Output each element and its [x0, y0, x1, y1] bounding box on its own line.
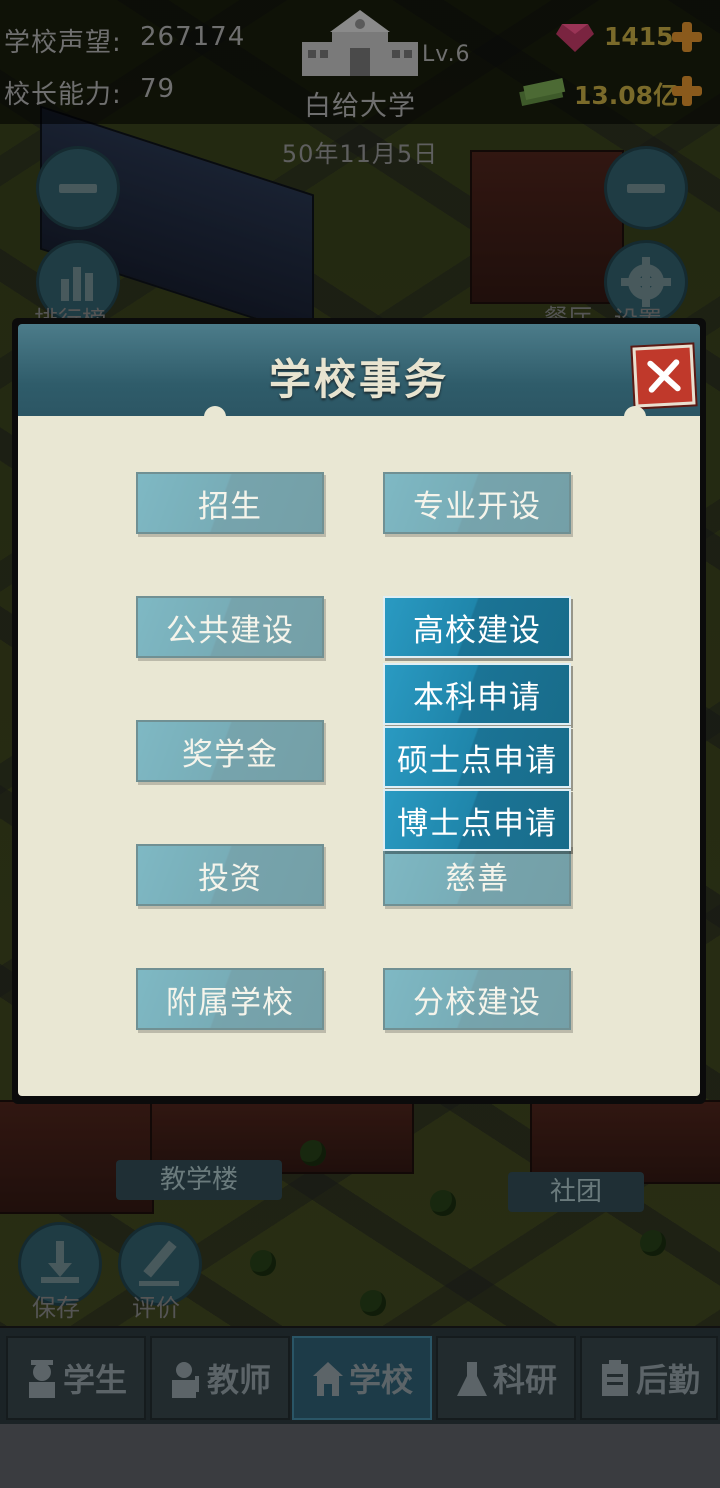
money-stack-icon: [519, 77, 566, 106]
nav-school[interactable]: 学校: [292, 1336, 432, 1420]
school-level: Lv.6: [422, 42, 471, 67]
reputation-label: 学校声望:: [4, 28, 122, 58]
minus-icon: [59, 184, 97, 193]
close-button[interactable]: [632, 344, 696, 408]
clipboard-icon: [601, 1360, 628, 1396]
affiliated-school-button[interactable]: 附属学校: [136, 968, 324, 1030]
money-count: 13.08亿: [574, 81, 679, 110]
bottom-nav: 学生 教师 学校 科研 后勤: [0, 1326, 720, 1424]
branch-campus-button[interactable]: 分校建设: [383, 968, 571, 1030]
reputation-value: 267174: [140, 22, 246, 52]
review-label: 评价: [132, 1294, 180, 1322]
top-hud: 学校声望: 267174 校长能力: 79 Lv.6 白给大学 1415 13.…: [0, 0, 720, 124]
nav-research[interactable]: 科研: [436, 1336, 576, 1420]
flask-icon: [456, 1362, 487, 1396]
gem-count: 1415: [604, 22, 674, 51]
add-gems-button[interactable]: [672, 22, 702, 52]
nav-logistics[interactable]: 后勤: [580, 1336, 718, 1420]
teacher-icon: [171, 1362, 199, 1398]
dialog-body: [18, 406, 700, 1096]
nav-school-label: 学校: [348, 1361, 413, 1399]
save-label: 保存: [32, 1294, 80, 1322]
nav-research-label: 科研: [492, 1361, 557, 1399]
nav-students[interactable]: 学生: [6, 1336, 146, 1420]
map-label-club[interactable]: 社团: [508, 1172, 644, 1212]
game-date: 50年11月5日: [281, 140, 439, 168]
gem-icon: [556, 24, 594, 52]
nav-teachers-label: 教师: [206, 1361, 271, 1399]
major-setup-button[interactable]: 专业开设: [383, 472, 571, 534]
masters-program-application-button[interactable]: 硕士点申请: [383, 726, 571, 788]
add-money-button[interactable]: [672, 76, 702, 106]
school-name: 白给大学: [304, 91, 416, 122]
principal-label: 校长能力:: [4, 80, 122, 110]
principal-value: 79: [140, 74, 176, 104]
dialog-title: 学校事务: [268, 355, 449, 404]
nav-students-label: 学生: [62, 1361, 127, 1399]
map-label-teaching-building[interactable]: 教学楼: [116, 1160, 282, 1200]
nav-logistics-label: 后勤: [635, 1361, 700, 1399]
school-affairs-dialog: 学校事务 招生 公共建设 奖学金 投资 附属学校 专业开设 高校建设 慈善 分校…: [12, 318, 706, 1104]
nav-teachers[interactable]: 教师: [150, 1336, 290, 1420]
zoom-in-button[interactable]: [604, 146, 688, 230]
student-icon: [28, 1360, 55, 1398]
minus-icon: [627, 184, 665, 193]
system-bottom-bar: [0, 1424, 720, 1488]
scholarship-button[interactable]: 奖学金: [136, 720, 324, 782]
university-construction-button[interactable]: 高校建设: [383, 596, 571, 658]
enrollment-button[interactable]: 招生: [136, 472, 324, 534]
charity-button[interactable]: 慈善: [383, 844, 571, 906]
public-construction-button[interactable]: 公共建设: [136, 596, 324, 658]
school-icon: [312, 1362, 343, 1396]
close-icon: [647, 359, 681, 393]
school-building-icon: [302, 10, 418, 76]
investment-button[interactable]: 投资: [136, 844, 324, 906]
zoom-out-button[interactable]: [36, 146, 120, 230]
undergraduate-application-button[interactable]: 本科申请: [383, 663, 571, 725]
doctoral-program-application-button[interactable]: 博士点申请: [383, 789, 571, 851]
